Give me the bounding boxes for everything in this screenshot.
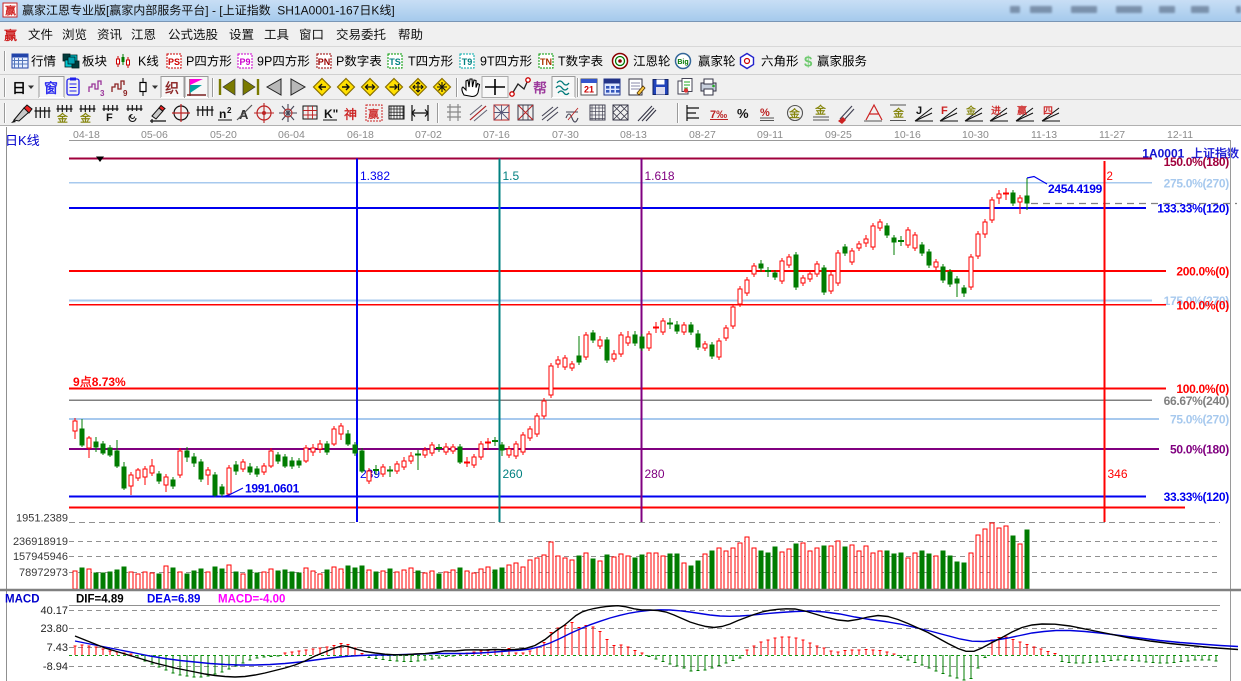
svg-text:200.0%(0): 200.0%(0) bbox=[1176, 265, 1229, 279]
svg-text:%: % bbox=[760, 107, 770, 119]
svg-text:08-13: 08-13 bbox=[620, 129, 647, 141]
svg-text:236918919: 236918919 bbox=[13, 536, 68, 548]
svg-text:2: 2 bbox=[1107, 171, 1113, 183]
svg-text:3: 3 bbox=[100, 89, 105, 98]
svg-text:DIF=4.89: DIF=4.89 bbox=[76, 594, 124, 606]
svg-text:05-20: 05-20 bbox=[210, 129, 237, 141]
svg-text:F: F bbox=[106, 112, 113, 124]
svg-text:280: 280 bbox=[645, 467, 665, 481]
svg-text:1.382: 1.382 bbox=[360, 169, 390, 183]
svg-text:K: K bbox=[138, 55, 147, 69]
svg-text:150.0%(180): 150.0%(180) bbox=[1164, 155, 1230, 169]
svg-text:PN: PN bbox=[318, 57, 331, 67]
svg-text:]: ] bbox=[205, 4, 208, 18]
svg-text:07-30: 07-30 bbox=[552, 129, 579, 141]
svg-text:04-18: 04-18 bbox=[73, 129, 100, 141]
svg-text:T: T bbox=[408, 55, 416, 69]
svg-text:]: ] bbox=[391, 4, 394, 18]
svg-text:10-16: 10-16 bbox=[894, 129, 921, 141]
svg-text:P: P bbox=[336, 55, 344, 69]
svg-text:P9: P9 bbox=[239, 57, 250, 67]
svg-text:05-06: 05-06 bbox=[141, 129, 168, 141]
svg-text:Big: Big bbox=[677, 59, 688, 66]
svg-text:09-25: 09-25 bbox=[825, 129, 852, 141]
svg-text:23.80: 23.80 bbox=[40, 623, 68, 635]
svg-text:78972973: 78972973 bbox=[19, 567, 68, 579]
svg-text:08-27: 08-27 bbox=[689, 129, 716, 141]
svg-text:7.43: 7.43 bbox=[47, 642, 68, 654]
svg-text:260: 260 bbox=[503, 467, 523, 481]
svg-text:2: 2 bbox=[227, 106, 232, 115]
svg-text:21: 21 bbox=[584, 85, 594, 95]
svg-text:50.0%(180): 50.0%(180) bbox=[1170, 443, 1229, 457]
svg-text:1.5: 1.5 bbox=[503, 169, 520, 183]
svg-text:TS: TS bbox=[389, 57, 401, 67]
svg-text:-: - bbox=[212, 4, 216, 18]
svg-text:40.17: 40.17 bbox=[40, 605, 68, 617]
svg-text:J: J bbox=[916, 105, 922, 117]
svg-text:07-02: 07-02 bbox=[415, 129, 442, 141]
svg-text:K: K bbox=[18, 133, 27, 148]
svg-text:10-30: 10-30 bbox=[962, 129, 989, 141]
svg-text:P: P bbox=[186, 55, 194, 69]
svg-text:%: % bbox=[737, 106, 749, 121]
svg-text:MACD=-4.00: MACD=-4.00 bbox=[218, 594, 285, 606]
svg-text:SH1A0001-167: SH1A0001-167 bbox=[277, 4, 359, 18]
svg-text:1.618: 1.618 bbox=[645, 169, 675, 183]
svg-text:9T: 9T bbox=[480, 55, 495, 69]
svg-text:PS: PS bbox=[168, 57, 180, 67]
svg-text:33.33%(120): 33.33%(120) bbox=[1164, 490, 1230, 504]
svg-text:157945946: 157945946 bbox=[13, 551, 68, 563]
svg-text:75.0%(270): 75.0%(270) bbox=[1170, 413, 1229, 427]
svg-text:9: 9 bbox=[73, 375, 80, 389]
svg-text:1991.0601: 1991.0601 bbox=[245, 482, 300, 496]
svg-text:K": K" bbox=[324, 107, 338, 121]
svg-text:9: 9 bbox=[123, 89, 128, 98]
svg-text:11-13: 11-13 bbox=[1031, 129, 1057, 141]
svg-text:09-11: 09-11 bbox=[757, 129, 783, 141]
svg-text:n: n bbox=[219, 107, 226, 121]
svg-text:06-04: 06-04 bbox=[278, 129, 305, 141]
svg-text:T: T bbox=[558, 55, 566, 69]
svg-text:TN: TN bbox=[540, 57, 552, 67]
svg-text:2454.4199: 2454.4199 bbox=[1048, 182, 1103, 196]
svg-text:11-27: 11-27 bbox=[1099, 129, 1125, 141]
svg-text:DEA=6.89: DEA=6.89 bbox=[147, 594, 200, 606]
svg-text:100.0%(0): 100.0%(0) bbox=[1176, 298, 1229, 312]
svg-text:T9: T9 bbox=[462, 57, 473, 67]
svg-text:MACD: MACD bbox=[5, 594, 40, 606]
svg-text:06-18: 06-18 bbox=[347, 129, 374, 141]
svg-text:K: K bbox=[371, 4, 379, 18]
svg-text:1951.2389: 1951.2389 bbox=[16, 513, 68, 525]
svg-text:F: F bbox=[941, 105, 948, 117]
svg-text:8.73%: 8.73% bbox=[92, 375, 126, 389]
svg-text:346: 346 bbox=[1108, 467, 1128, 481]
svg-text:$: $ bbox=[804, 54, 813, 71]
svg-text:-8.94: -8.94 bbox=[43, 661, 68, 673]
svg-text:66.67%(240): 66.67%(240) bbox=[1164, 394, 1230, 408]
svg-text:9P: 9P bbox=[257, 55, 272, 69]
svg-text:07-16: 07-16 bbox=[483, 129, 510, 141]
svg-text:12-11: 12-11 bbox=[1167, 129, 1193, 141]
svg-text:275.0%(270): 275.0%(270) bbox=[1164, 176, 1230, 190]
